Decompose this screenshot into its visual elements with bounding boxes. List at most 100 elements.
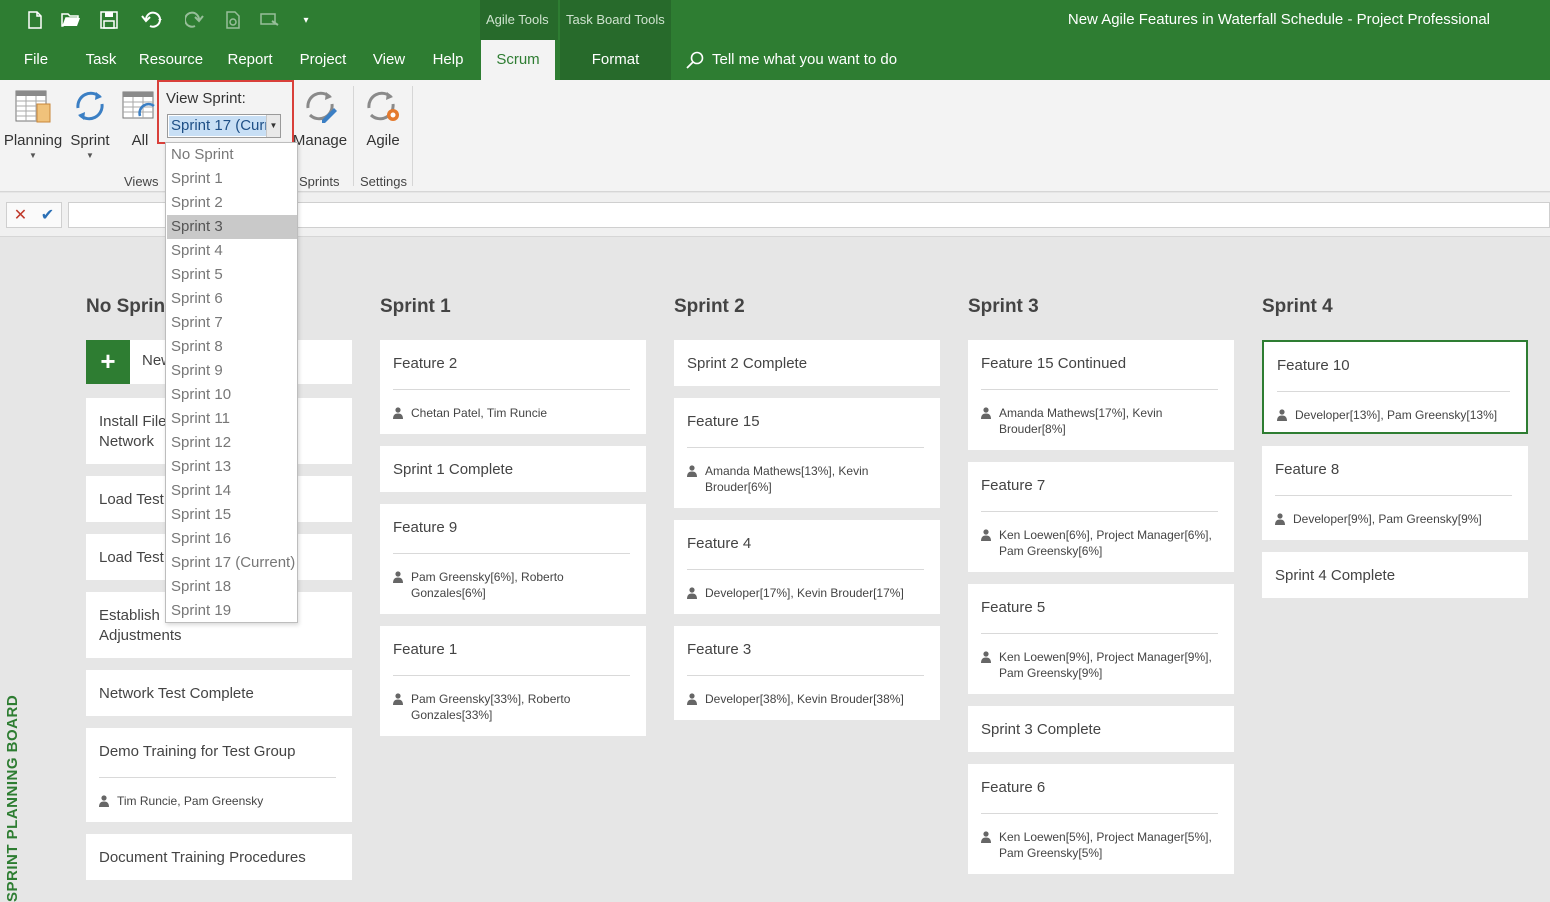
- dropdown-option[interactable]: Sprint 13: [167, 455, 297, 479]
- task-card[interactable]: Feature 5 Ken Loewen[9%], Project Manager…: [968, 584, 1234, 694]
- task-card[interactable]: Feature 15 Continued Amanda Mathews[17%],…: [968, 340, 1234, 450]
- group-label-settings: Settings: [360, 174, 407, 189]
- dropdown-option[interactable]: Sprint 1: [167, 167, 297, 191]
- person-icon: [393, 405, 403, 423]
- card-divider: [687, 447, 924, 448]
- title-bar: ▾ Agile Tools Task Board Tools New Agile…: [0, 0, 1550, 40]
- ribbon-tab-bar: File Task Resource Report Project View H…: [0, 40, 1550, 80]
- tell-me-box[interactable]: Tell me what you want to do: [686, 40, 897, 80]
- dropdown-option[interactable]: Sprint 17 (Current): [167, 551, 297, 575]
- new-icon[interactable]: [24, 9, 46, 31]
- dropdown-option[interactable]: Sprint 9: [167, 359, 297, 383]
- task-card[interactable]: Feature 2 Chetan Patel, Tim Runcie: [380, 340, 646, 434]
- card-resources-text: Ken Loewen[6%], Project Manager[6%], Pam…: [999, 528, 1212, 558]
- manage-button[interactable]: Manage: [292, 86, 348, 149]
- agile-button[interactable]: Agile: [360, 86, 406, 149]
- planning-label: Planning: [3, 132, 63, 149]
- tab-file[interactable]: File: [14, 40, 58, 80]
- tab-task[interactable]: Task: [80, 40, 122, 80]
- undo-icon[interactable]: [134, 9, 170, 31]
- card-title: Sprint 2 Complete: [687, 355, 808, 372]
- cancel-icon[interactable]: ✕: [14, 205, 27, 225]
- person-icon: [99, 793, 109, 811]
- card-resources-text: Developer[13%], Pam Greensky[13%]: [1295, 408, 1498, 422]
- card-title: Feature 9: [393, 519, 458, 536]
- entry-buttons: ✕ ✔: [6, 202, 62, 228]
- task-card[interactable]: Sprint 3 Complete: [968, 706, 1234, 752]
- dropdown-option[interactable]: Sprint 7: [167, 311, 297, 335]
- card-title: Feature 15 Continued: [981, 355, 1127, 372]
- manage-label: Manage: [292, 132, 348, 149]
- group-label-sprints: Sprints: [299, 174, 340, 189]
- tab-scrum[interactable]: Scrum: [481, 40, 555, 80]
- open-icon[interactable]: [60, 9, 82, 31]
- task-card[interactable]: Feature 10 Developer[13%], Pam Greensky[1…: [1262, 340, 1528, 434]
- plus-icon: +: [86, 340, 130, 384]
- card-divider: [981, 633, 1218, 634]
- dropdown-option[interactable]: Sprint 4: [167, 239, 297, 263]
- task-card[interactable]: Network Test Complete: [86, 670, 352, 716]
- sprint-cycle-icon: [76, 91, 104, 121]
- card-divider: [981, 813, 1218, 814]
- dropdown-option[interactable]: Sprint 16: [167, 527, 297, 551]
- person-icon: [393, 691, 403, 723]
- customize-icon[interactable]: ▾: [298, 9, 314, 31]
- card-resources: Developer[13%], Pam Greensky[13%]: [1277, 407, 1517, 425]
- task-card[interactable]: Feature 4 Developer[17%], Kevin Brouder[1…: [674, 520, 940, 614]
- card-resources-text: Chetan Patel, Tim Runcie: [411, 406, 548, 420]
- tab-help[interactable]: Help: [426, 40, 470, 80]
- card-title: Feature 15: [687, 413, 760, 430]
- dropdown-option[interactable]: Sprint 2: [167, 191, 297, 215]
- dropdown-option[interactable]: Sprint 15: [167, 503, 297, 527]
- view-sprint-value: Sprint 17 (Current): [169, 116, 267, 136]
- card-title: Feature 2: [393, 355, 458, 372]
- task-card[interactable]: Feature 6 Ken Loewen[5%], Project Manager…: [968, 764, 1234, 874]
- tab-view[interactable]: View: [366, 40, 412, 80]
- task-card[interactable]: Feature 8 Developer[9%], Pam Greensky[9%]: [1262, 446, 1528, 540]
- card-divider: [1275, 495, 1512, 496]
- chevron-down-icon[interactable]: ▼: [266, 115, 280, 137]
- task-card[interactable]: Feature 1 Pam Greensky[33%], Roberto Gonz…: [380, 626, 646, 736]
- card-resources-text: Pam Greensky[33%], Roberto Gonzales[33%]: [411, 692, 571, 722]
- dropdown-option[interactable]: Sprint 5: [167, 263, 297, 287]
- task-card[interactable]: Feature 15 Amanda Mathews[13%], Kevin Bro…: [674, 398, 940, 508]
- confirm-icon[interactable]: ✔: [41, 205, 54, 225]
- dropdown-option[interactable]: Sprint 8: [167, 335, 297, 359]
- column-title: Sprint 3: [968, 296, 1039, 317]
- print-preview-icon[interactable]: [222, 9, 244, 31]
- dropdown-option[interactable]: No Sprint: [167, 143, 297, 167]
- task-mode-icon[interactable]: [258, 9, 282, 31]
- dropdown-option[interactable]: Sprint 18: [167, 575, 297, 599]
- card-resources: Amanda Mathews[17%], Kevin Brouder[8%]: [981, 405, 1221, 437]
- tab-report[interactable]: Report: [222, 40, 278, 80]
- task-card[interactable]: Sprint 1 Complete: [380, 446, 646, 492]
- dropdown-option[interactable]: Sprint 10: [167, 383, 297, 407]
- tab-project[interactable]: Project: [294, 40, 352, 80]
- task-card[interactable]: Feature 9 Pam Greensky[6%], Roberto Gonza…: [380, 504, 646, 614]
- dropdown-option[interactable]: Sprint 14: [167, 479, 297, 503]
- dropdown-option[interactable]: Sprint 11: [167, 407, 297, 431]
- redo-icon[interactable]: [178, 9, 214, 31]
- planning-button[interactable]: Planning ▼: [4, 86, 62, 160]
- card-title: Network Test Complete: [99, 685, 254, 702]
- task-card[interactable]: Demo Training for Test Group Tim Runcie, …: [86, 728, 352, 822]
- sprint-button[interactable]: Sprint ▼: [66, 86, 114, 160]
- tab-resource[interactable]: Resource: [136, 40, 206, 80]
- card-resources: Ken Loewen[9%], Project Manager[9%], Pam…: [981, 649, 1221, 681]
- save-icon[interactable]: [98, 9, 120, 31]
- task-card[interactable]: Feature 7 Ken Loewen[6%], Project Manager…: [968, 462, 1234, 572]
- agile-label: Agile: [366, 132, 400, 149]
- dropdown-option[interactable]: Sprint 3: [167, 215, 297, 239]
- dropdown-option[interactable]: Sprint 6: [167, 287, 297, 311]
- dropdown-option[interactable]: Sprint 19: [167, 599, 297, 623]
- all-button[interactable]: All: [120, 86, 160, 149]
- task-card[interactable]: Feature 3 Developer[38%], Kevin Brouder[3…: [674, 626, 940, 720]
- view-sprint-select[interactable]: Sprint 17 (Current) ▼: [167, 114, 281, 138]
- task-card[interactable]: Sprint 2 Complete: [674, 340, 940, 386]
- task-card[interactable]: Document Training Procedures: [86, 834, 352, 880]
- task-card[interactable]: Sprint 4 Complete: [1262, 552, 1528, 598]
- chevron-down-icon: ▼: [86, 151, 94, 160]
- dropdown-option[interactable]: Sprint 12: [167, 431, 297, 455]
- card-resources: Developer[38%], Kevin Brouder[38%]: [687, 691, 927, 709]
- tab-format[interactable]: Format: [560, 40, 671, 80]
